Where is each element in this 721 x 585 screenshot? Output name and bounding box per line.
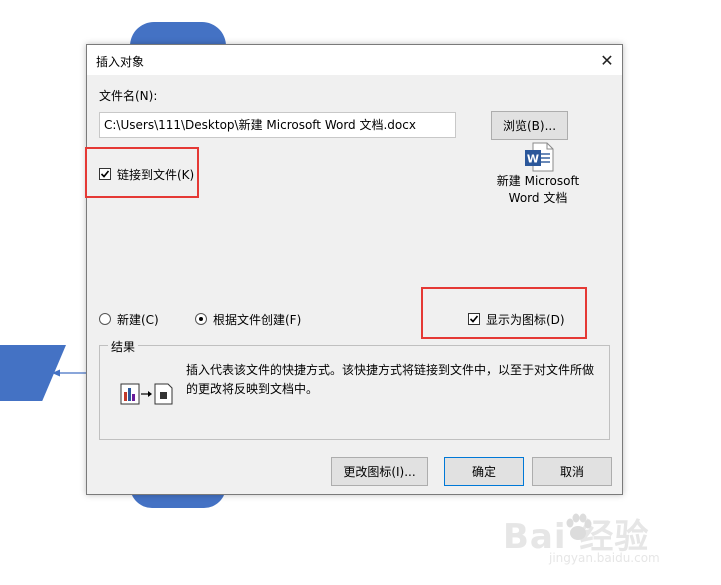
browse-button[interactable]: 浏览(B)...: [491, 111, 568, 140]
dialog-title: 插入对象: [96, 55, 145, 69]
highlight-link-to-file: [85, 147, 199, 198]
link-shortcut-icon: [120, 383, 173, 405]
baidu-watermark: Bai 经验 jingyan.baidu.com: [503, 509, 683, 569]
connector-arrow-icon: [52, 369, 90, 377]
highlight-display-as-icon: [421, 287, 587, 339]
result-group: 结果 插入代表该文件的快捷方式。该快捷方式将链接到文件中，以至于对文件所做的更改…: [99, 338, 610, 440]
close-icon: ✕: [600, 50, 614, 70]
radio-from-file[interactable]: [195, 313, 207, 325]
radio-new-label[interactable]: 新建(C): [117, 311, 159, 328]
dialog-titlebar: 插入对象 ✕: [87, 45, 622, 75]
cancel-button[interactable]: 取消: [532, 457, 612, 486]
filename-input[interactable]: C:\Users\111\Desktop\新建 Microsoft Word 文…: [99, 112, 456, 138]
filename-label: 文件名(N):: [99, 89, 158, 103]
svg-text:W: W: [527, 153, 539, 166]
close-button[interactable]: ✕: [592, 45, 622, 75]
insert-object-dialog: 插入对象 ✕ 文件名(N): C:\Users\111\Desktop\新建 M…: [85, 44, 623, 495]
word-icon-label: 新建 Microsoft Word 文档: [496, 174, 580, 205]
ok-button[interactable]: 确定: [444, 457, 524, 486]
watermark-sub-text: jingyan.baidu.com: [549, 551, 660, 565]
paw-icon: [566, 513, 592, 540]
change-icon-button[interactable]: 更改图标(I)...: [331, 457, 428, 486]
result-legend: 结果: [108, 338, 139, 355]
radio-from-file-label[interactable]: 根据文件创建(F): [213, 311, 301, 328]
radio-new[interactable]: [99, 313, 111, 325]
word-document-icon: W: [525, 142, 554, 172]
result-description: 插入代表该文件的快捷方式。该快捷方式将链接到文件中，以至于对文件所做的更改将反映…: [186, 363, 595, 396]
